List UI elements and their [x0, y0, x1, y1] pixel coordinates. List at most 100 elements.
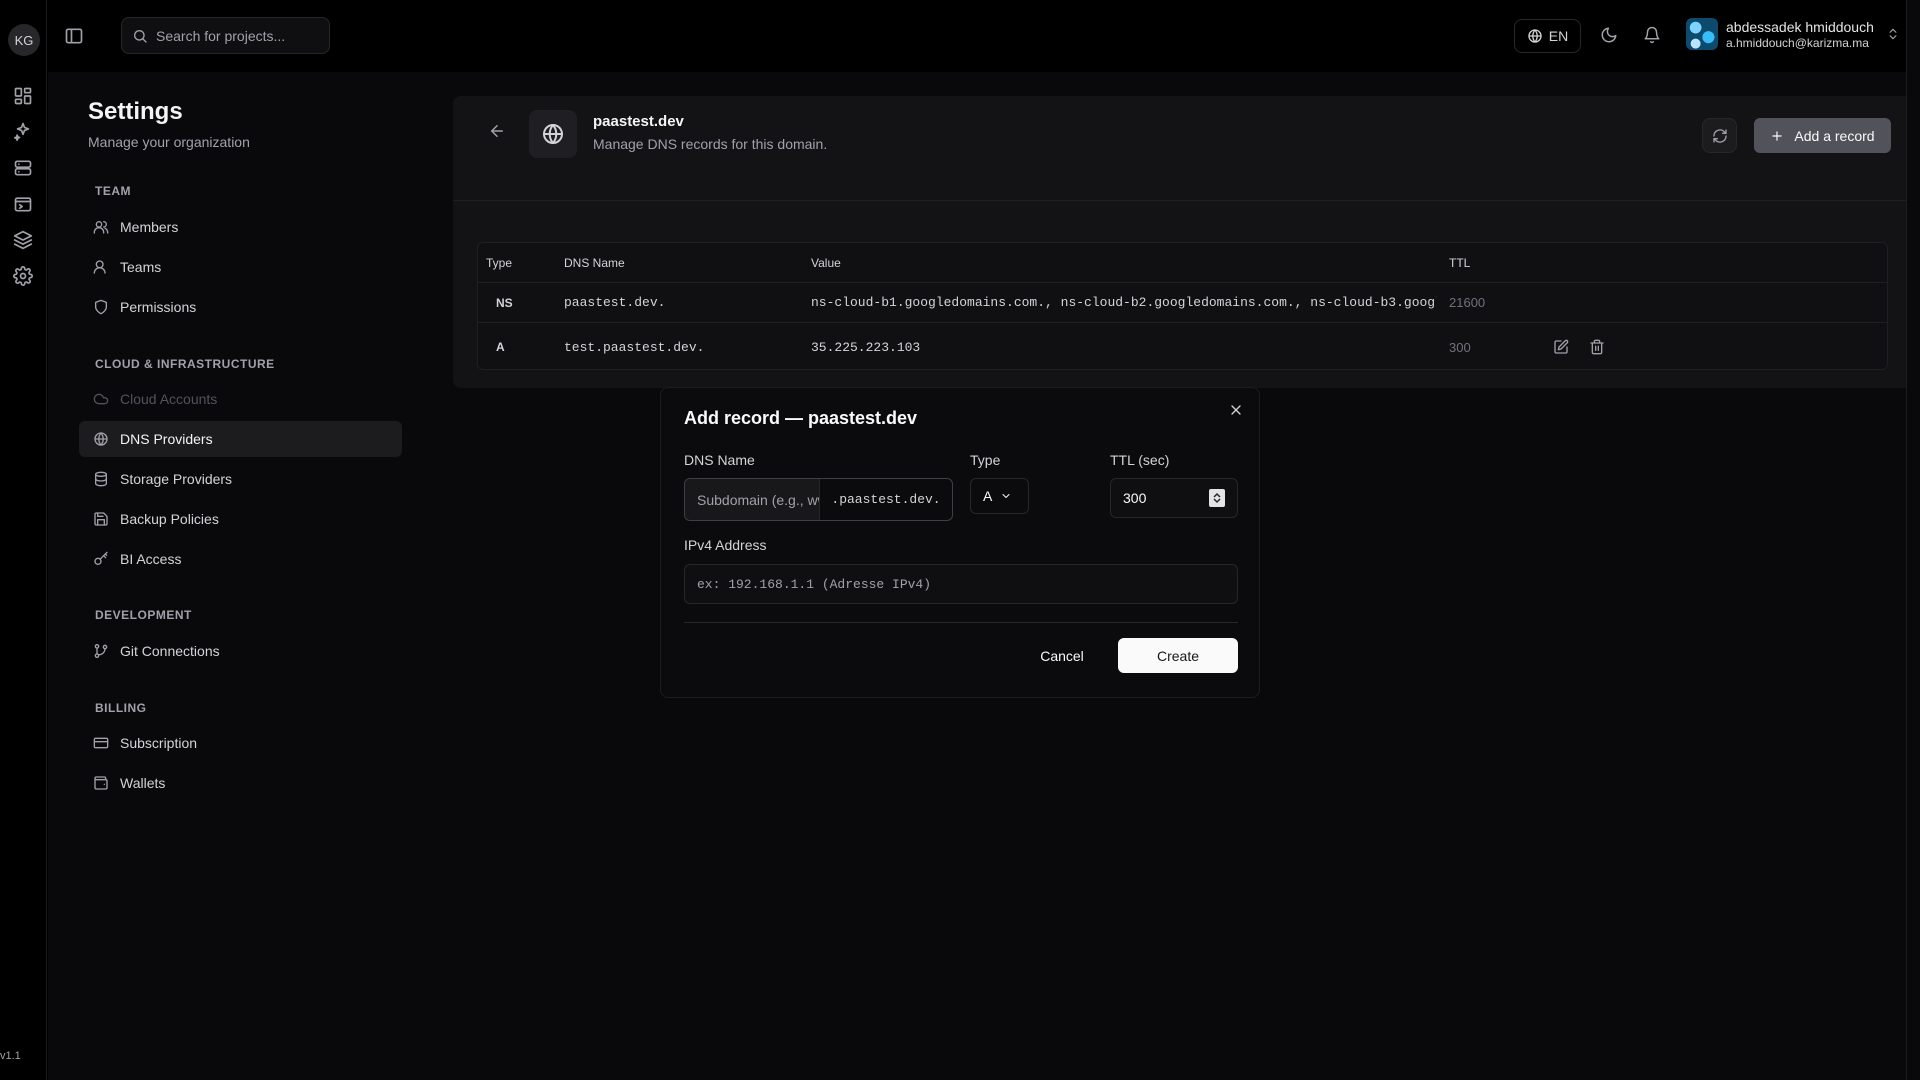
arrow-left-icon[interactable] — [488, 122, 506, 140]
sidebar-item-label: Permissions — [120, 299, 197, 315]
nav-section-billing: BILLING — [95, 701, 147, 715]
search-input[interactable]: Search for projects... — [121, 17, 330, 54]
table-header-row: Type DNS Name Value TTL — [478, 243, 1887, 283]
sidebar-item-dns-providers[interactable]: DNS Providers — [79, 421, 402, 457]
sidebar-item-label: Teams — [120, 259, 162, 275]
project-icon[interactable] — [13, 194, 33, 214]
record-type-select[interactable]: A — [970, 478, 1029, 514]
sidebar-item-storage-providers[interactable]: Storage Providers — [79, 461, 402, 497]
plus-icon — [1770, 129, 1784, 143]
table-row[interactable]: NS paastest.dev. ns-cloud-b1.googledomai… — [478, 283, 1887, 323]
top-bar: Search for projects... EN abdessadek hmi… — [48, 0, 1920, 72]
page-subtitle: Manage your organization — [88, 134, 250, 150]
git-branch-icon — [93, 643, 109, 659]
sidebar-item-permissions[interactable]: Permissions — [79, 289, 402, 325]
user-name: abdessadek hmiddouch — [1726, 18, 1874, 35]
add-record-label: Add a record — [1794, 127, 1875, 144]
chevron-up-down-icon — [1886, 27, 1900, 41]
close-icon[interactable] — [1228, 402, 1244, 418]
divider — [684, 622, 1238, 623]
nav-section-cloud: CLOUD & INFRASTRUCTURE — [95, 357, 275, 371]
sidebar-item-label: DNS Providers — [120, 431, 213, 447]
edit-record-button[interactable] — [1553, 323, 1569, 369]
record-value: ns-cloud-b1.googledomains.com., ns-cloud… — [811, 295, 1437, 310]
language-label: EN — [1548, 28, 1569, 44]
record-type: A — [496, 340, 505, 354]
dns-name-label: DNS Name — [684, 452, 755, 468]
sidebar-item-teams[interactable]: Teams — [79, 249, 402, 285]
users-icon — [93, 219, 109, 235]
subdomain-input[interactable] — [685, 479, 819, 520]
ipv4-label: IPv4 Address — [684, 537, 767, 553]
team-icon — [93, 259, 109, 275]
sidebar-item-backup-policies[interactable]: Backup Policies — [79, 501, 402, 537]
workspace-logo[interactable]: KG — [8, 24, 40, 56]
ttl-input[interactable]: 300 — [1110, 478, 1238, 518]
column-header-dns-name: DNS Name — [564, 255, 625, 270]
record-dns-name: paastest.dev. — [564, 295, 666, 310]
sidebar-item-members[interactable]: Members — [79, 209, 402, 245]
dns-records-table: Type DNS Name Value TTL NS paastest.dev.… — [477, 242, 1888, 370]
key-icon — [93, 551, 109, 567]
trash-icon — [1589, 339, 1605, 355]
avatar — [1686, 18, 1718, 50]
language-button[interactable]: EN — [1514, 19, 1581, 53]
sidebar-item-label: BI Access — [120, 551, 182, 567]
sidebar-toggle-icon[interactable] — [64, 26, 84, 46]
sidebar-item-wallets[interactable]: Wallets — [79, 765, 402, 801]
dialog-title: Add record — paastest.dev — [684, 408, 918, 428]
search-placeholder: Search for projects... — [156, 27, 286, 44]
moon-icon[interactable] — [1600, 26, 1618, 44]
ttl-value: 300 — [1123, 490, 1147, 506]
add-record-dialog: Add record — paastest.dev DNS Name .paas… — [660, 387, 1260, 698]
layers-icon[interactable] — [13, 230, 33, 250]
dns-suffix: .paastest.dev. — [819, 479, 952, 520]
ipv4-input[interactable] — [684, 564, 1238, 604]
nav-section-team: TEAM — [95, 184, 131, 198]
nav-section-development: DEVELOPMENT — [95, 608, 192, 622]
app-rail: KG v1.1 — [0, 0, 47, 1080]
dashboard-icon[interactable] — [13, 86, 33, 106]
column-header-ttl: TTL — [1449, 255, 1471, 270]
ttl-stepper[interactable] — [1209, 489, 1225, 507]
sidebar-item-cloud-accounts[interactable]: Cloud Accounts — [79, 381, 402, 417]
chevron-down-icon — [1000, 490, 1012, 502]
page-title: Settings — [88, 98, 183, 125]
type-label: Type — [970, 452, 1001, 468]
bell-icon[interactable] — [1643, 26, 1661, 44]
settings-sidebar: Settings Manage your organization TEAM M… — [48, 72, 427, 1080]
sidebar-item-label: Backup Policies — [120, 511, 219, 527]
server-icon[interactable] — [13, 158, 33, 178]
globe-icon — [1527, 28, 1543, 44]
stepper-down-icon — [1213, 498, 1221, 504]
edit-icon — [1553, 339, 1569, 355]
sidebar-item-bi-access[interactable]: BI Access — [79, 541, 402, 577]
dns-name-field: .paastest.dev. — [684, 478, 953, 521]
create-button[interactable]: Create — [1118, 638, 1238, 673]
settings-icon[interactable] — [13, 266, 33, 286]
database-icon — [93, 471, 109, 487]
scrollbar[interactable] — [1906, 0, 1920, 1080]
user-email: a.hmiddouch@karizma.ma — [1726, 35, 1869, 50]
sidebar-item-label: Subscription — [120, 735, 198, 751]
sidebar-item-label: Members — [120, 219, 179, 235]
sparkles-icon[interactable] — [13, 121, 33, 141]
globe-icon — [93, 431, 109, 447]
table-row[interactable]: A test.paastest.dev. 35.225.223.103 300 — [478, 323, 1887, 369]
wallet-icon — [93, 775, 109, 791]
sidebar-item-label: Storage Providers — [120, 471, 233, 487]
credit-card-icon — [93, 735, 109, 751]
shield-icon — [93, 299, 109, 315]
cancel-button[interactable]: Cancel — [1023, 638, 1101, 673]
sidebar-item-subscription[interactable]: Subscription — [79, 725, 402, 761]
record-ttl: 300 — [1449, 339, 1471, 355]
app-version: v1.1 — [0, 1050, 21, 1062]
delete-record-button[interactable] — [1589, 323, 1605, 369]
add-record-button[interactable]: Add a record — [1754, 118, 1891, 153]
record-ttl: 21600 — [1449, 295, 1486, 310]
sidebar-item-git-connections[interactable]: Git Connections — [79, 633, 402, 669]
sidebar-item-label: Git Connections — [120, 643, 220, 659]
refresh-button[interactable] — [1702, 118, 1737, 153]
user-menu[interactable]: abdessadek hmiddouch a.hmiddouch@karizma… — [1686, 18, 1900, 50]
refresh-icon — [1712, 128, 1728, 144]
